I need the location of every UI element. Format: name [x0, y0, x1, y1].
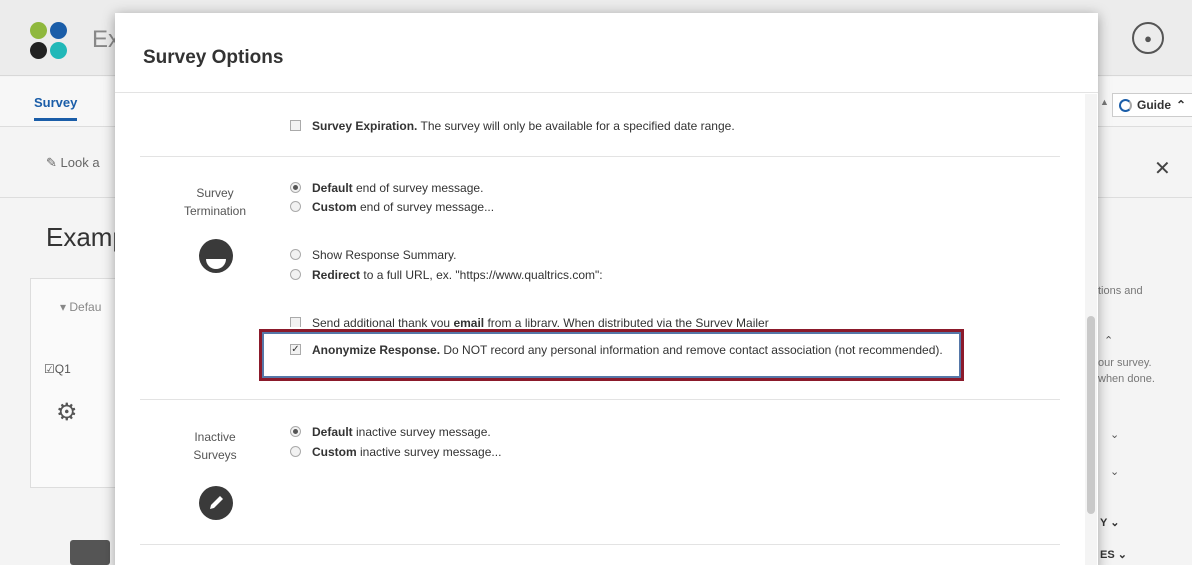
survey-expiration-option[interactable]: Survey Expiration. The survey will only … [290, 118, 735, 134]
chevron-down-icon[interactable]: ⌄ [1110, 428, 1119, 441]
anonymize-response-option[interactable]: ✓ Anonymize Response. Do NOT record any … [290, 342, 972, 358]
side-text-3: when done. [1098, 373, 1155, 385]
inactive-surveys-label: Inactive Surveys [145, 428, 285, 464]
email-text-a: Send additional thank you [312, 316, 454, 327]
checkbox-icon: ☑ [44, 362, 55, 376]
custom-end-message-option[interactable]: Custom end of survey message... [290, 199, 494, 215]
half-circle-icon [199, 239, 233, 273]
side-text-5[interactable]: ES ⌄ [1100, 548, 1127, 561]
side-text-2: our survey. [1098, 357, 1152, 369]
side-text-1: tions and [1098, 285, 1143, 297]
default-inactive-radio[interactable] [290, 426, 301, 437]
dark-button[interactable] [70, 540, 110, 565]
scroll-up-icon[interactable]: ▲ [1100, 97, 1109, 107]
show-response-summary-option[interactable]: Show Response Summary. [290, 247, 457, 263]
termination-label-line2: Termination [183, 204, 247, 218]
redirect-option[interactable]: Redirect to a full URL, ex. "https://www… [290, 267, 603, 283]
survey-expiration-checkbox[interactable] [290, 120, 301, 131]
question-q1[interactable]: ☑Q1 [44, 362, 71, 376]
survey-expiration-label: Survey Expiration. [312, 119, 418, 133]
side-text-4[interactable]: Y ⌄ [1100, 516, 1119, 529]
custom-inactive-message-option[interactable]: Custom inactive survey message... [290, 444, 501, 460]
survey-options-modal: Survey Options Survey Expiration. The su… [115, 13, 1098, 565]
default-end-message-radio[interactable] [290, 182, 301, 193]
modal-title: Survey Options [143, 47, 284, 68]
chevron-down-icon[interactable]: ⌄ [1110, 465, 1119, 478]
divider [140, 156, 1060, 157]
anonymize-bold: Anonymize Response. [312, 343, 441, 357]
anonymize-response-checkbox[interactable]: ✓ [290, 344, 301, 355]
survey-termination-label: Survey Termination [145, 184, 285, 220]
email-bold: email [453, 316, 485, 327]
tab-survey[interactable]: Survey [34, 95, 78, 121]
default-end-bold: Default [312, 181, 353, 195]
termination-label-line1: Survey [196, 186, 234, 200]
block-default-toggle[interactable]: ▾ Defau [60, 300, 101, 314]
side-text-5-label: ES [1100, 549, 1115, 561]
gear-icon[interactable]: ⚙ [56, 398, 78, 427]
scrollbar-thumb[interactable] [1087, 316, 1095, 514]
guide-button[interactable]: Guide ⌃ [1112, 93, 1192, 117]
show-response-summary-radio[interactable] [290, 249, 301, 260]
divider [140, 544, 1060, 545]
close-icon[interactable]: ✕ [1154, 156, 1171, 181]
show-response-summary-text: Show Response Summary. [312, 248, 457, 262]
modal-header: Survey Options [115, 13, 1098, 93]
survey-expiration-desc: The survey will only be available for a … [417, 119, 735, 133]
modal-scrollbar[interactable] [1085, 94, 1097, 565]
chevron-up-icon: ⌃ [1176, 98, 1187, 112]
guide-label: Guide [1137, 98, 1172, 112]
default-inactive-message-option[interactable]: Default inactive survey message. [290, 424, 491, 440]
custom-end-message-radio[interactable] [290, 201, 301, 212]
chevron-up-icon[interactable]: ⌃ [1104, 334, 1113, 347]
look-label: Look a [60, 155, 100, 170]
send-email-option[interactable]: Send additional thank you email from a l… [290, 315, 769, 327]
question-label: Q1 [54, 362, 71, 376]
custom-inactive-text: inactive survey message... [356, 445, 502, 459]
default-end-text: end of survey message. [352, 181, 484, 195]
default-inactive-bold: Default [312, 425, 353, 439]
anonymize-text: Do NOT record any personal information a… [440, 343, 943, 357]
side-text-4-label: Y [1100, 517, 1108, 529]
caret-down-icon: ▾ [60, 300, 67, 314]
modal-body: Survey Expiration. The survey will only … [115, 94, 1098, 565]
custom-end-text: end of survey message... [356, 200, 495, 214]
custom-end-bold: Custom [312, 200, 357, 214]
custom-inactive-radio[interactable] [290, 446, 301, 457]
block-default-label: Defau [69, 300, 102, 314]
redirect-text: to a full URL, ex. "https://www.qualtric… [360, 268, 603, 282]
redirect-radio[interactable] [290, 269, 301, 280]
email-text-b: from a library. When distributed via the… [484, 316, 769, 327]
default-inactive-text: inactive survey message. [352, 425, 491, 439]
qualtrics-logo-icon [30, 22, 74, 62]
default-end-message-option[interactable]: Default end of survey message. [290, 180, 483, 196]
progress-circle-icon [1119, 98, 1132, 112]
account-icon[interactable]: ● [1132, 22, 1164, 54]
inactive-label-line2: Surveys [193, 448, 237, 462]
custom-inactive-bold: Custom [312, 445, 357, 459]
divider [140, 399, 1060, 400]
redirect-bold: Redirect [312, 268, 361, 282]
send-email-checkbox[interactable] [290, 317, 301, 327]
inactive-label-line1: Inactive [194, 430, 236, 444]
pencil-icon [199, 486, 233, 520]
look-and-feel-button[interactable]: ✎ Look a [46, 155, 100, 171]
brush-icon: ✎ [46, 155, 57, 170]
